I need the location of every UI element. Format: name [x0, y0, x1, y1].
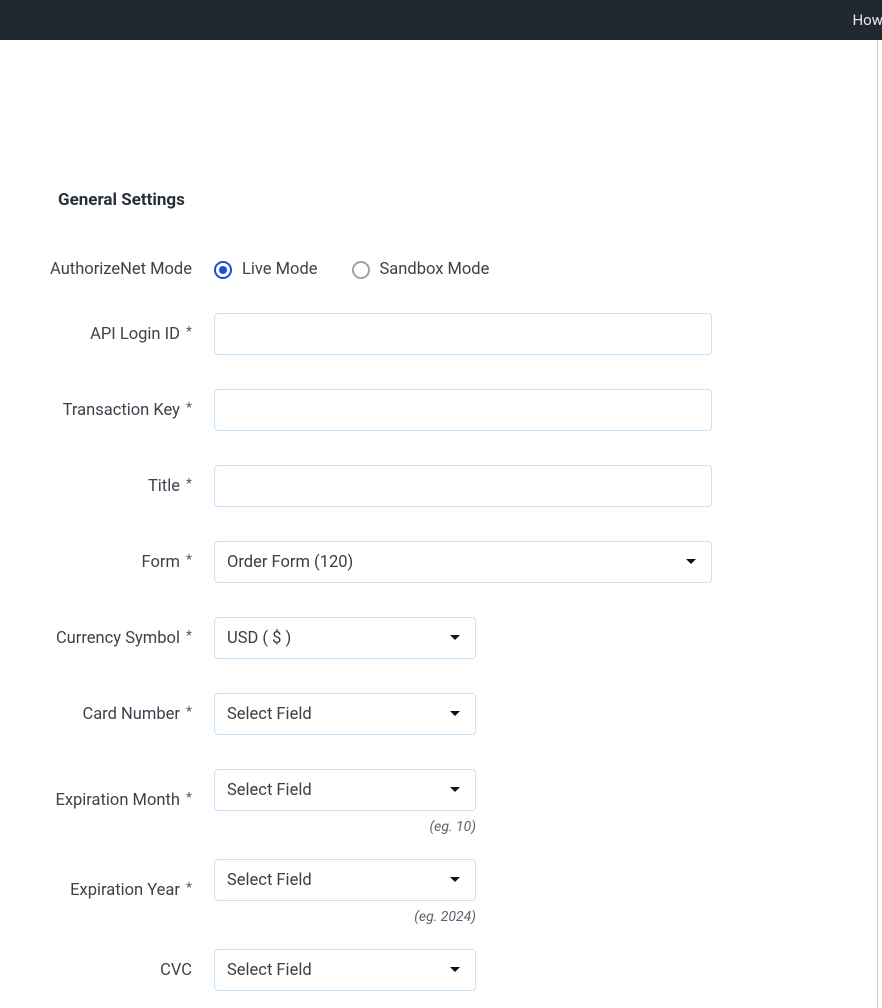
cvc-select-value: Select Field [227, 961, 312, 980]
label-api-login-id: API Login ID * [0, 325, 196, 344]
currency-select[interactable]: USD ( $ ) [214, 617, 476, 659]
label-card-number: Card Number * [0, 705, 196, 724]
required-mark: * [186, 476, 192, 492]
radio-live-mode-label: Live Mode [242, 260, 318, 279]
form-select-value: Order Form (120) [227, 553, 353, 572]
cvc-select[interactable]: Select Field [214, 949, 476, 991]
card-number-select-value: Select Field [227, 705, 312, 724]
required-mark: * [186, 880, 192, 896]
label-form: Form * [0, 553, 196, 572]
row-currency-symbol: Currency Symbol * USD ( $ ) [0, 617, 882, 659]
transaction-key-input[interactable] [214, 389, 712, 431]
topbar-right-fragment: How [852, 11, 882, 29]
row-expiration-month: Expiration Month* Select Field (eg. 10) [0, 769, 882, 831]
chevron-down-icon [685, 558, 697, 566]
expiration-year-select-value: Select Field [227, 871, 312, 890]
section-title: General Settings [58, 190, 882, 210]
label-expiration-year: Expiration Year * [0, 881, 196, 900]
label-currency-symbol: Currency Symbol * [0, 629, 196, 648]
label-form-text: Form [142, 553, 180, 572]
row-transaction-key: Transaction Key * [0, 389, 882, 431]
required-mark: * [186, 704, 192, 720]
row-form: Form * Order Form (120) [0, 541, 882, 583]
label-transaction-key: Transaction Key * [0, 401, 196, 420]
chevron-down-icon [449, 876, 461, 884]
radio-sandbox-mode-label: Sandbox Mode [380, 260, 490, 279]
row-expiration-year: Expiration Year* Select Field (eg. 2024) [0, 859, 882, 921]
expiration-year-select[interactable]: Select Field [214, 859, 476, 901]
api-login-id-input[interactable] [214, 313, 712, 355]
radio-icon [214, 261, 232, 279]
label-title: Title * [0, 477, 196, 496]
settings-form: AuthorizeNet Mode Live Mode Sandbox Mode… [0, 260, 882, 991]
row-authorizenet-mode: AuthorizeNet Mode Live Mode Sandbox Mode [0, 260, 882, 279]
title-input[interactable] [214, 465, 712, 507]
row-api-login-id: API Login ID * [0, 313, 882, 355]
chevron-down-icon [449, 634, 461, 642]
mode-radio-group: Live Mode Sandbox Mode [214, 260, 489, 279]
chevron-down-icon [449, 786, 461, 794]
radio-live-mode[interactable]: Live Mode [214, 260, 318, 279]
label-api-login-id-text: API Login ID [90, 325, 180, 344]
chevron-down-icon [449, 966, 461, 974]
chevron-down-icon [449, 710, 461, 718]
required-mark: * [186, 400, 192, 416]
right-divider [877, 40, 878, 1008]
label-expiration-year-text: Expiration Year [70, 881, 180, 900]
label-card-number-text: Card Number [82, 705, 180, 724]
required-mark: * [186, 790, 192, 806]
label-currency-symbol-text: Currency Symbol [56, 629, 180, 648]
required-mark: * [186, 552, 192, 568]
label-title-text: Title [148, 477, 180, 496]
row-title: Title * [0, 465, 882, 507]
card-number-select[interactable]: Select Field [214, 693, 476, 735]
currency-select-value: USD ( $ ) [227, 629, 291, 648]
label-cvc: CVC [0, 961, 196, 980]
label-authorizenet-mode: AuthorizeNet Mode [0, 260, 196, 279]
radio-sandbox-mode[interactable]: Sandbox Mode [352, 260, 490, 279]
settings-page: General Settings AuthorizeNet Mode Live … [0, 40, 882, 991]
row-cvc: CVC Select Field [0, 949, 882, 991]
label-expiration-month: Expiration Month * [0, 791, 196, 810]
expiration-month-select-value: Select Field [227, 781, 312, 800]
label-cvc-text: CVC [160, 961, 192, 980]
expiration-month-hint: (eg. 10) [214, 819, 476, 835]
label-transaction-key-text: Transaction Key [63, 401, 180, 420]
label-expiration-month-text: Expiration Month [55, 791, 180, 810]
topbar: te How [0, 0, 882, 40]
radio-icon [352, 261, 370, 279]
expiration-year-hint: (eg. 2024) [214, 909, 476, 925]
required-mark: * [186, 324, 192, 340]
expiration-month-select[interactable]: Select Field [214, 769, 476, 811]
row-card-number: Card Number * Select Field [0, 693, 882, 735]
required-mark: * [186, 628, 192, 644]
form-select[interactable]: Order Form (120) [214, 541, 712, 583]
